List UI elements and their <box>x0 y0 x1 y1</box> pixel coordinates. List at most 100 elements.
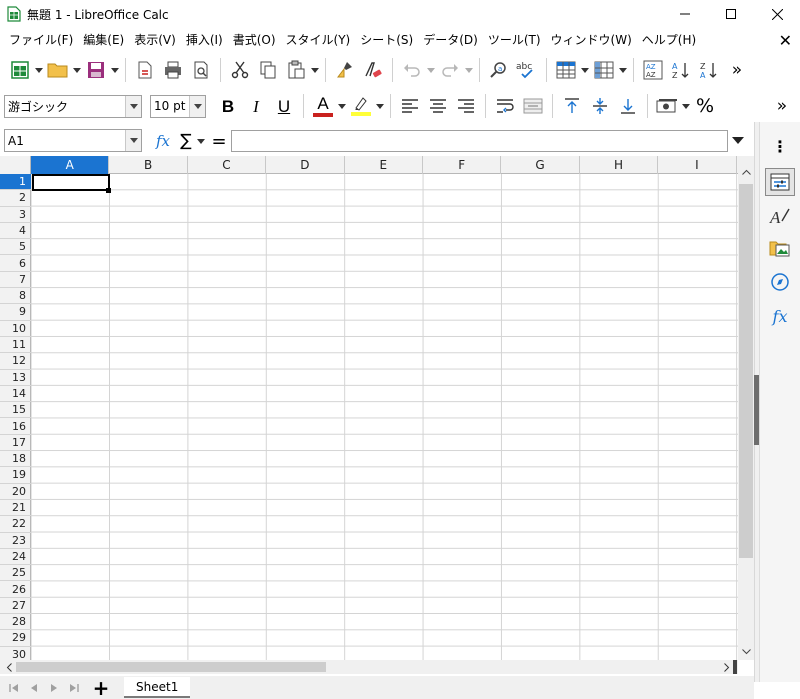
tab-bar-resize-handle[interactable] <box>733 660 737 674</box>
row-header[interactable]: 23 <box>0 533 31 549</box>
column-button[interactable] <box>591 56 617 84</box>
scroll-right-icon[interactable] <box>720 660 734 674</box>
horizontal-scroll-thumb[interactable] <box>16 662 326 672</box>
row-header[interactable]: 18 <box>0 451 31 468</box>
menu-format[interactable]: 書式(O) <box>228 28 281 52</box>
save-button[interactable] <box>83 56 109 84</box>
number-format-percent-button[interactable]: % <box>692 92 718 120</box>
redo-dropdown[interactable] <box>464 56 474 84</box>
menu-tools[interactable]: ツール(T) <box>483 28 546 52</box>
column-header[interactable]: B <box>109 156 188 174</box>
menu-sheet[interactable]: シート(S) <box>355 28 418 52</box>
font-name-combobox[interactable]: 游ゴシック <box>4 94 142 118</box>
print-button[interactable] <box>160 56 186 84</box>
row-header[interactable]: 26 <box>0 582 31 598</box>
align-right-button[interactable] <box>453 92 479 120</box>
row-header[interactable]: 11 <box>0 337 31 354</box>
new-document-button[interactable] <box>7 56 33 84</box>
vertical-scrollbar[interactable] <box>738 156 754 660</box>
function-wizard-icon[interactable]: fx <box>150 132 176 150</box>
redo-button[interactable] <box>437 56 463 84</box>
center-vertically-button[interactable] <box>587 92 613 120</box>
row-header[interactable]: 16 <box>0 419 31 435</box>
row-header[interactable]: 9 <box>0 304 31 321</box>
row-dropdown[interactable] <box>580 56 590 84</box>
font-size-combobox[interactable]: 10 pt <box>150 94 206 118</box>
column-dropdown[interactable] <box>618 56 628 84</box>
clone-formatting-button[interactable] <box>332 56 358 84</box>
align-left-button[interactable] <box>397 92 423 120</box>
row-header[interactable]: 2 <box>0 190 31 207</box>
menu-view[interactable]: 表示(V) <box>129 28 181 52</box>
column-header[interactable]: A <box>31 156 110 174</box>
row-header[interactable]: 4 <box>0 223 31 240</box>
row-header[interactable]: 14 <box>0 386 31 403</box>
row-header[interactable]: 28 <box>0 614 31 631</box>
column-header[interactable]: H <box>580 156 659 174</box>
sort-descending-button[interactable]: ZA <box>696 56 722 84</box>
merge-center-button[interactable] <box>520 92 546 120</box>
italic-button[interactable]: I <box>243 92 269 120</box>
export-pdf-button[interactable] <box>132 56 158 84</box>
save-dropdown[interactable] <box>110 56 120 84</box>
next-sheet-button[interactable] <box>44 678 64 698</box>
scroll-left-icon[interactable] <box>2 660 16 674</box>
column-header[interactable]: C <box>188 156 267 174</box>
highlight-color-dropdown[interactable] <box>375 92 385 120</box>
sidebar-styles-button[interactable]: A <box>765 202 795 230</box>
name-box[interactable]: A1 <box>4 129 142 152</box>
row-header[interactable]: 17 <box>0 435 31 452</box>
toolbar-overflow-button[interactable]: » <box>769 92 795 120</box>
wrap-text-button[interactable] <box>492 92 518 120</box>
sidebar-properties-button[interactable] <box>765 168 795 196</box>
sidebar-navigator-button[interactable] <box>765 268 795 296</box>
column-header[interactable]: F <box>423 156 502 174</box>
bold-button[interactable]: B <box>215 92 241 120</box>
row-header[interactable]: 15 <box>0 402 31 419</box>
highlight-color-button[interactable] <box>348 92 374 120</box>
previous-sheet-button[interactable] <box>24 678 44 698</box>
row-header[interactable]: 5 <box>0 239 31 256</box>
menu-data[interactable]: データ(D) <box>418 28 483 52</box>
row-button[interactable] <box>553 56 579 84</box>
copy-button[interactable] <box>255 56 281 84</box>
align-bottom-button[interactable] <box>615 92 641 120</box>
sort-button[interactable]: AZ AZ <box>640 56 666 84</box>
open-dropdown[interactable] <box>72 56 82 84</box>
align-top-button[interactable] <box>559 92 585 120</box>
sum-icon[interactable]: ∑ <box>176 131 196 151</box>
maximize-button[interactable] <box>708 0 754 28</box>
spelling-button[interactable]: abc <box>514 56 540 84</box>
sheet-tab[interactable]: Sheet1 <box>124 677 191 698</box>
open-button[interactable] <box>45 56 71 84</box>
undo-dropdown[interactable] <box>426 56 436 84</box>
row-header[interactable]: 21 <box>0 500 31 517</box>
column-header[interactable]: D <box>266 156 345 174</box>
menu-styles[interactable]: スタイル(Y) <box>281 28 356 52</box>
toolbar-overflow-button[interactable]: » <box>724 56 750 84</box>
sidebar-functions-button[interactable]: fx <box>765 302 795 330</box>
column-header[interactable]: E <box>345 156 423 174</box>
row-header[interactable]: 7 <box>0 272 31 289</box>
paste-button[interactable] <box>283 56 309 84</box>
column-header[interactable]: I <box>658 156 737 174</box>
formula-icon[interactable]: = <box>206 131 232 152</box>
align-center-button[interactable] <box>425 92 451 120</box>
menu-insert[interactable]: 挿入(I) <box>181 28 228 52</box>
first-sheet-button[interactable] <box>4 678 24 698</box>
paste-dropdown[interactable] <box>310 56 320 84</box>
row-header[interactable]: 8 <box>0 288 31 305</box>
minimize-button[interactable] <box>662 0 708 28</box>
row-header[interactable]: 25 <box>0 565 31 582</box>
number-format-currency-button[interactable] <box>654 92 680 120</box>
print-preview-button[interactable] <box>188 56 214 84</box>
row-header[interactable]: 10 <box>0 321 31 337</box>
row-header[interactable]: 1 <box>0 174 31 191</box>
cell-area[interactable] <box>31 174 738 660</box>
expand-formula-bar-icon[interactable] <box>732 137 744 144</box>
vertical-scroll-thumb[interactable] <box>739 184 753 558</box>
underline-button[interactable]: U <box>271 92 297 120</box>
menu-window[interactable]: ウィンドウ(W) <box>546 28 637 52</box>
row-header[interactable]: 19 <box>0 467 31 484</box>
menu-file[interactable]: ファイル(F) <box>4 28 78 52</box>
